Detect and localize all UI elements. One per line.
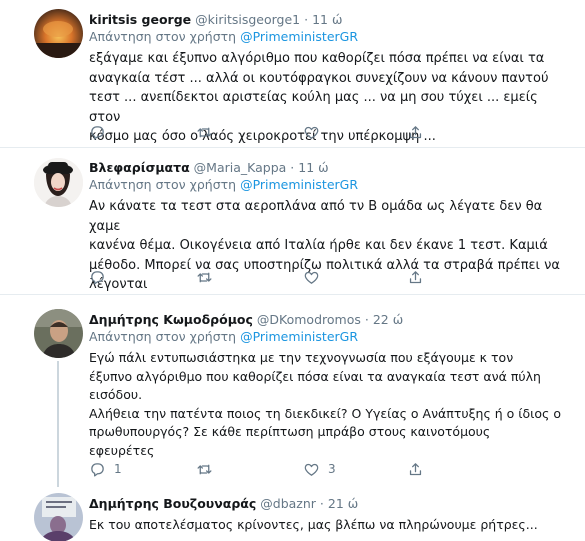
reply-context: Απάντηση στον χρήστη @PrimeministerGR	[89, 328, 567, 345]
heart-icon	[304, 463, 319, 476]
tweet-timestamp[interactable]: 11 ώ	[298, 160, 328, 175]
tweet-actions: 1 3	[89, 460, 519, 478]
tweet-actions	[89, 123, 519, 141]
tweet-header: Δημήτρης Βουζουναράς @dbaznr · 21 ώ	[89, 495, 567, 512]
mention-link[interactable]: @PrimeministerGR	[240, 29, 358, 44]
author-name[interactable]: kiritsis george	[89, 12, 191, 27]
tweet[interactable]: Βλεφαρίσματα @Maria_Kappa · 11 ώ Απάντησ…	[0, 148, 585, 295]
retweet-button[interactable]	[196, 268, 221, 286]
tweet-timestamp[interactable]: 22 ώ	[373, 312, 403, 327]
retweet-icon	[197, 127, 212, 137]
tweet-actions	[89, 268, 519, 286]
thread-line	[57, 361, 59, 487]
avatar[interactable]	[34, 9, 83, 58]
tweet-text-line: αναγκαία τέστ ... αλλά οι κουτόφραγκοι σ…	[89, 70, 549, 86]
share-icon	[409, 270, 422, 283]
tweet-text-line: Εκ του αποτελέσματος κρίνοντες, μας βλέπ…	[89, 517, 538, 532]
tweet-text: Εγώ πάλι εντυπωσιάστηκα με την τεχνογνωσ…	[89, 349, 567, 460]
share-icon	[409, 462, 422, 475]
author-name[interactable]: Βλεφαρίσματα	[89, 160, 190, 175]
tweet[interactable]: Δημήτρης Κωμοδρόμος @DKomodromos · 22 ώ …	[0, 295, 585, 487]
reply-icon	[91, 462, 104, 477]
tweet-header: Βλεφαρίσματα @Maria_Kappa · 11 ώ	[89, 159, 567, 176]
tweet-text-line: κανένα θέμα. Οικογένεια από Ιταλία ήρθε …	[89, 238, 548, 253]
tweet-text-line: εισόδου.	[89, 387, 143, 402]
like-button[interactable]: 3	[303, 460, 336, 478]
reply-icon	[91, 125, 104, 140]
tweet-header: kiritsis george @kiritsisgeorge1 · 11 ώ	[89, 11, 567, 28]
author-name[interactable]: Δημήτρης Βουζουναράς	[89, 496, 256, 511]
tweet-text-line: Αλήθεια την πατέντα ποιος τη διεκδικεί? …	[89, 405, 562, 421]
retweet-icon	[197, 464, 212, 474]
tweet[interactable]: kiritsis george @kiritsisgeorge1 · 11 ώ …	[0, 0, 585, 148]
reply-button[interactable]: 1	[89, 460, 122, 478]
share-button[interactable]	[407, 460, 424, 478]
share-icon	[409, 125, 422, 138]
mention-link[interactable]: @PrimeministerGR	[240, 177, 358, 192]
tweet[interactable]: Δημήτρης Βουζουναράς @dbaznr · 21 ώ Εκ τ…	[0, 485, 585, 541]
tweet-timestamp[interactable]: 11 ώ	[312, 12, 342, 27]
share-button[interactable]	[407, 268, 424, 286]
heart-icon	[304, 271, 319, 284]
tweet-timestamp[interactable]: 21 ώ	[328, 496, 358, 511]
reply-button[interactable]	[89, 268, 114, 286]
reply-prefix: Απάντηση στον χρήστη	[89, 329, 237, 344]
separator-dot: ·	[304, 12, 309, 27]
reply-context: Απάντηση στον χρήστη @PrimeministerGR	[89, 28, 567, 45]
author-name[interactable]: Δημήτρης Κωμοδρόμος	[89, 312, 253, 327]
reply-prefix: Απάντηση στον χρήστη	[89, 29, 237, 44]
reply-context: Απάντηση στον χρήστη @PrimeministerGR	[89, 176, 567, 193]
avatar[interactable]	[34, 158, 83, 207]
mention-link[interactable]: @PrimeministerGR	[240, 329, 358, 344]
separator-dot: ·	[290, 160, 295, 175]
heart-icon	[304, 126, 319, 139]
tweet-text-line: πρωθυπουργός? Σε κάθε περίπτωση μπράβο σ…	[89, 424, 491, 439]
tweet-text-line: τεστ ... ανεπίδεκτοι αριστείας κούλη μας…	[89, 90, 538, 125]
reply-count: 1	[114, 462, 122, 476]
author-handle[interactable]: @DKomodromos	[257, 312, 361, 327]
tweet-header: Δημήτρης Κωμοδρόμος @DKomodromos · 22 ώ	[89, 311, 567, 328]
tweet-text-line: Εγώ πάλι εντυπωσιάστηκα με την τεχνογνωσ…	[89, 350, 514, 365]
tweet-text: Εκ του αποτελέσματος κρίνοντες, μας βλέπ…	[89, 515, 567, 535]
retweet-button[interactable]	[196, 460, 221, 478]
like-button[interactable]	[303, 268, 328, 286]
share-button[interactable]	[407, 123, 424, 141]
avatar[interactable]	[34, 309, 83, 358]
author-handle[interactable]: @Maria_Kappa	[194, 160, 287, 175]
like-count: 3	[328, 462, 336, 476]
reply-button[interactable]	[89, 123, 114, 141]
tweet-text-line: έξυπνο αλγόριθμο που καθορίζει πόσα είνα…	[89, 368, 541, 384]
retweet-icon	[197, 272, 212, 282]
reply-icon	[91, 270, 104, 285]
like-button[interactable]	[303, 123, 328, 141]
retweet-button[interactable]	[196, 123, 221, 141]
tweet-text-line: Αν κάνατε τα τεστ στα αεροπλάνα από τν Β…	[89, 199, 543, 234]
tweet-text-line: εξάγαμε και έξυπνο αλγόριθμο που καθορίζ…	[89, 51, 545, 66]
reply-prefix: Απάντηση στον χρήστη	[89, 177, 237, 192]
author-handle[interactable]: @dbaznr	[260, 496, 316, 511]
avatar[interactable]	[34, 493, 83, 541]
separator-dot: ·	[364, 312, 369, 327]
separator-dot: ·	[319, 496, 324, 511]
tweet-text-line: εφευρέτες	[89, 442, 155, 458]
author-handle[interactable]: @kiritsisgeorge1	[195, 12, 300, 27]
